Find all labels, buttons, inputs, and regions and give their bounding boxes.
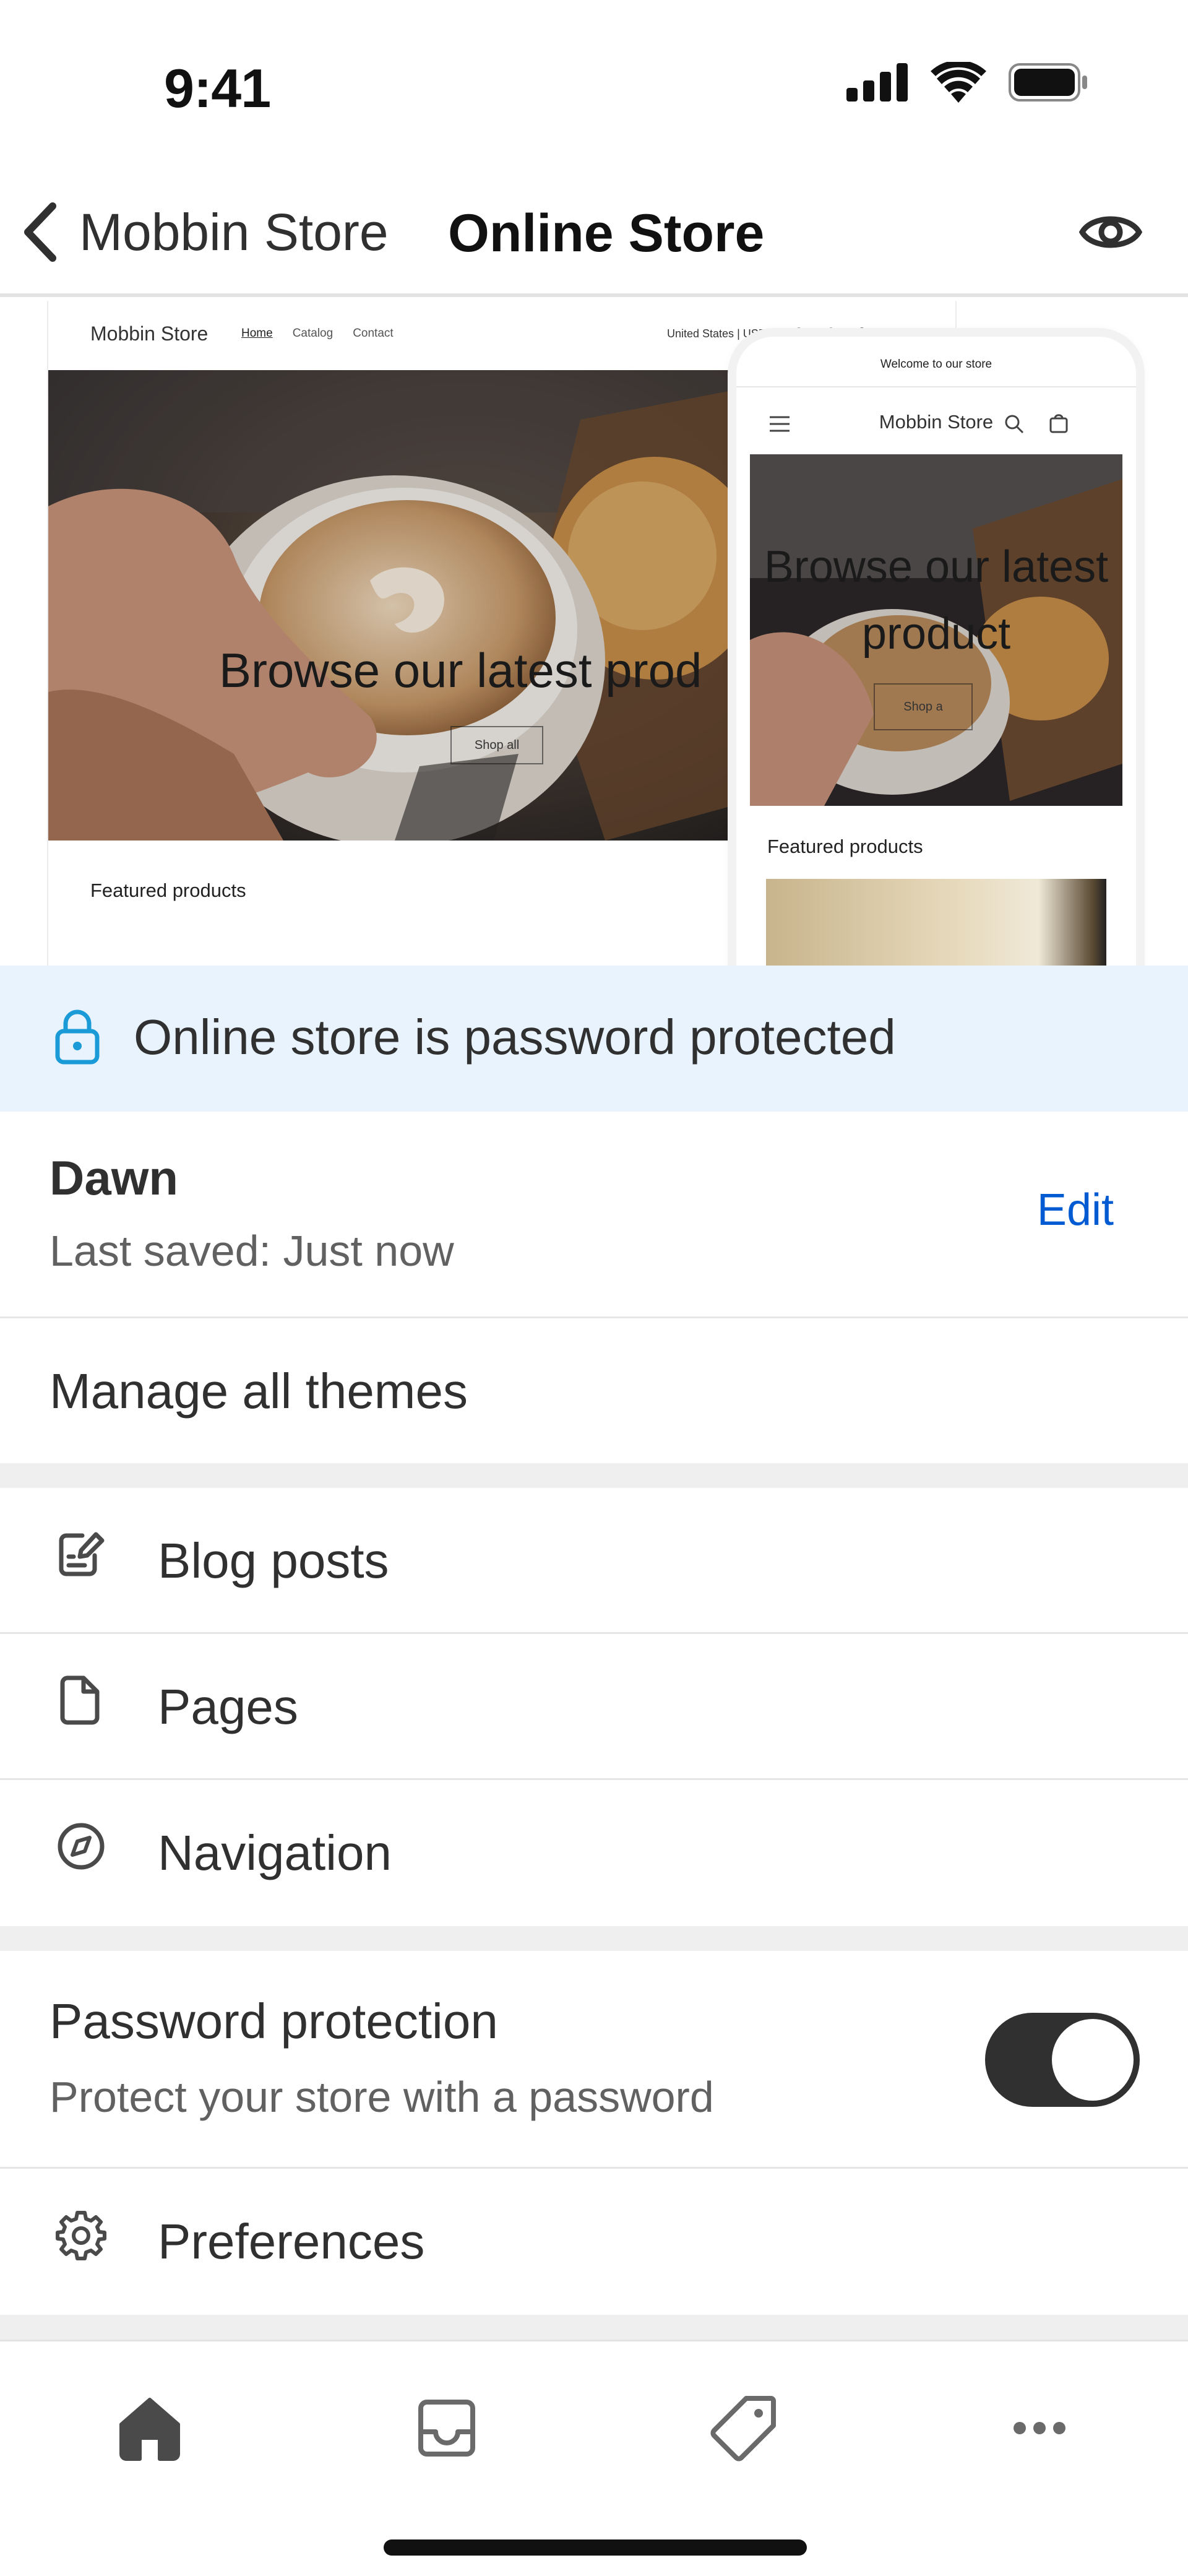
password-protection-title: Password protection — [50, 1994, 498, 2049]
store-preview[interactable]: Mobbin Store Home Catalog Contact United… — [0, 301, 1188, 966]
compass-icon — [53, 1818, 109, 1874]
desktop-nav-link: Catalog — [292, 327, 334, 340]
manage-themes-label: Manage all themes — [50, 1364, 468, 1419]
password-protection-toggle[interactable] — [985, 2013, 1140, 2107]
current-theme: Dawn Last saved: Just now Edit — [0, 1112, 1188, 1318]
menu-item-blog-posts[interactable]: Blog posts — [0, 1488, 1188, 1634]
page-icon — [53, 1672, 109, 1728]
password-protection-subtitle: Protect your store with a password — [50, 2073, 714, 2121]
mobile-hero-image: Browse our latest product Shop a — [750, 454, 1122, 806]
menu-item-pages[interactable]: Pages — [0, 1634, 1188, 1780]
desktop-hero-heading: Browse our latest prod — [219, 643, 702, 698]
battery-icon — [1009, 63, 1087, 102]
manage-themes-row[interactable]: Manage all themes — [0, 1318, 1188, 1463]
wifi-icon — [931, 62, 986, 103]
signal-icon — [846, 63, 908, 102]
section-divider — [0, 1463, 1188, 1488]
desktop-shop-all-button: Shop all — [450, 726, 543, 764]
gear-icon — [53, 2207, 109, 2263]
mobile-preview: Welcome to our store Mobbin Store Browse… — [736, 337, 1136, 966]
mobile-nav: Mobbin Store — [736, 389, 1136, 457]
status-bar: 9:41 — [0, 0, 1188, 167]
toggle-knob — [1052, 2019, 1134, 2101]
home-indicator — [384, 2539, 807, 2556]
cart-icon — [1049, 414, 1068, 433]
status-icons — [846, 62, 1089, 103]
page-title: Online Store — [448, 204, 765, 263]
tab-orders[interactable] — [397, 2379, 496, 2478]
mobile-featured-heading: Featured products — [767, 836, 923, 857]
tab-products[interactable] — [694, 2379, 793, 2478]
menu-item-preferences[interactable]: Preferences — [0, 2169, 1188, 2315]
theme-last-saved: Last saved: Just now — [50, 1227, 454, 1275]
back-button[interactable]: Mobbin Store — [19, 198, 389, 266]
desktop-store-name: Mobbin Store — [90, 322, 209, 345]
mobile-hero-heading: Browse our latest product — [764, 542, 1109, 659]
tag-icon — [710, 2396, 776, 2461]
password-banner-text: Online store is password protected — [134, 1009, 896, 1065]
section-divider — [0, 1926, 1188, 1951]
compose-icon — [53, 1526, 109, 1582]
mobile-announcement: Welcome to our store — [736, 337, 1136, 387]
mobile-shop-button: Shop a — [874, 683, 973, 730]
menu-item-label: Preferences — [158, 2214, 425, 2269]
section-divider — [0, 2315, 1188, 2340]
bottom-tab-bar — [0, 2340, 1188, 2576]
tab-home[interactable] — [100, 2379, 199, 2478]
lock-icon — [55, 1009, 100, 1065]
coffee-photo — [48, 370, 741, 841]
preview-button[interactable] — [1077, 198, 1145, 266]
menu-item-navigation[interactable]: Navigation — [0, 1780, 1188, 1926]
desktop-hero-image: Browse our latest prod Shop all — [48, 370, 741, 841]
app-header: Mobbin Store Online Store — [0, 167, 1188, 297]
desktop-featured-heading: Featured products — [90, 880, 246, 901]
mobile-store-name: Mobbin Store — [879, 411, 994, 433]
menu-item-label: Navigation — [158, 1825, 392, 1880]
back-label: Mobbin Store — [79, 202, 389, 261]
tab-more[interactable] — [990, 2379, 1089, 2478]
desktop-nav-link: Home — [241, 327, 273, 340]
inbox-icon — [418, 2400, 475, 2457]
menu-item-label: Blog posts — [158, 1533, 389, 1588]
password-protected-banner[interactable]: Online store is password protected — [0, 966, 1188, 1112]
mobile-product-image — [766, 879, 1106, 966]
desktop-nav-link: Contact — [353, 327, 394, 340]
status-time: 9:41 — [164, 58, 271, 119]
more-icon — [1014, 2422, 1065, 2434]
eye-icon — [1078, 216, 1143, 248]
chevron-left-icon — [24, 202, 56, 262]
edit-theme-button[interactable]: Edit — [1037, 1185, 1114, 1235]
theme-name: Dawn — [50, 1151, 179, 1205]
password-protection-row: Password protection Protect your store w… — [0, 1951, 1188, 2169]
search-icon — [1005, 415, 1024, 434]
menu-item-label: Pages — [158, 1679, 298, 1734]
desktop-nav-links: Home Catalog Contact — [241, 327, 394, 340]
home-icon — [119, 2398, 180, 2461]
